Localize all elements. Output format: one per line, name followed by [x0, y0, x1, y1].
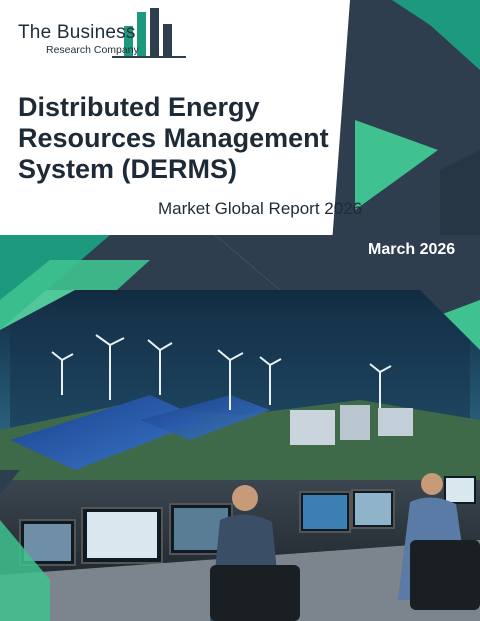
control-room-photo — [0, 290, 480, 621]
report-title-line: Distributed Energy — [18, 92, 260, 122]
report-title-line: System (DERMS) — [18, 154, 238, 184]
report-cover: The Business Research Company Distribute… — [0, 0, 480, 621]
report-date: March 2026 — [368, 241, 456, 258]
logo-tagline: Research Company — [46, 44, 139, 56]
report-title-line: Resources Management — [18, 123, 329, 153]
logo-name: The Business — [18, 22, 136, 43]
report-title: Distributed Energy Resources Management … — [18, 92, 358, 185]
report-subtitle: Market Global Report 2026 — [158, 199, 363, 218]
